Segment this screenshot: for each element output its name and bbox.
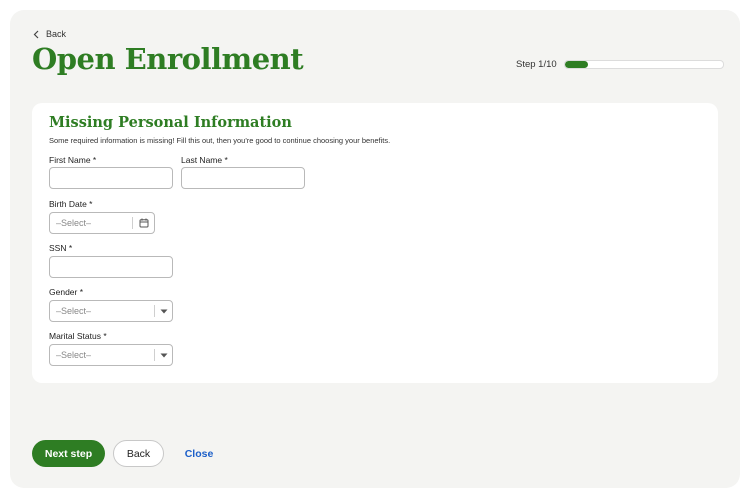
birth-date-picker[interactable]: –Select–: [49, 212, 155, 234]
next-step-button[interactable]: Next step: [32, 440, 105, 467]
gender-select[interactable]: –Select–: [49, 300, 173, 322]
ssn-label: SSN *: [49, 243, 73, 253]
progress-fill: [564, 61, 589, 68]
gender-label: Gender *: [49, 287, 84, 297]
marital-status-divider: [154, 349, 155, 361]
gender-placeholder: –Select–: [56, 306, 92, 316]
back-button[interactable]: Back: [113, 440, 164, 467]
marital-status-placeholder: –Select–: [56, 350, 92, 360]
chevron-left-icon: [33, 30, 39, 38]
marital-status-label: Marital Status *: [49, 331, 107, 341]
marital-status-select[interactable]: –Select–: [49, 344, 173, 366]
gender-divider: [154, 305, 155, 317]
step-label: Step 1/10: [516, 59, 557, 70]
last-name-input[interactable]: [181, 167, 305, 189]
last-name-label: Last Name *: [181, 155, 228, 165]
card-title: Missing Personal Information: [49, 114, 292, 131]
back-link-label: Back: [46, 29, 67, 39]
caret-down-icon: [160, 353, 168, 358]
birth-date-placeholder: –Select–: [56, 218, 92, 228]
card-subtitle: Some required information is missing! Fi…: [49, 136, 391, 145]
step-indicator: Step 1/10: [516, 58, 724, 71]
progress-bar: [563, 60, 724, 69]
calendar-icon[interactable]: [139, 218, 149, 228]
first-name-label: First Name *: [49, 155, 97, 165]
birth-date-divider: [132, 217, 133, 229]
back-link[interactable]: Back: [33, 27, 66, 41]
caret-down-icon: [160, 309, 168, 314]
ssn-input[interactable]: [49, 256, 173, 278]
first-name-input[interactable]: [49, 167, 173, 189]
birth-date-label: Birth Date *: [49, 199, 93, 209]
close-button[interactable]: Close: [178, 440, 220, 467]
page-title: Open Enrollment: [32, 42, 304, 76]
personal-info-card: Missing Personal Information Some requir…: [32, 103, 718, 383]
